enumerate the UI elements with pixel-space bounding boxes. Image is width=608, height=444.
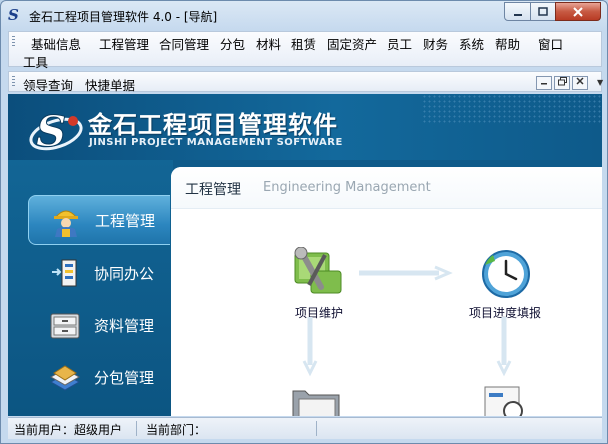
menu-item-finance[interactable]: 财务 — [423, 34, 448, 53]
folder-icon[interactable] — [289, 381, 345, 416]
worker-icon — [54, 210, 78, 237]
brand-title: 金石工程项目管理软件 — [88, 111, 338, 139]
navigation-panel: S 金石工程项目管理软件 JINSHI PROJECT MANAGEMENT S… — [8, 94, 602, 416]
tools-icon — [294, 246, 342, 294]
menu-item-help[interactable]: 帮助 — [495, 34, 520, 53]
menu-item-project[interactable]: 工程管理 — [99, 34, 149, 53]
menu-item-material[interactable]: 材料 — [256, 34, 281, 53]
quick-toolbar: 领导查询 快捷单据 ▼ — [8, 71, 603, 94]
sidebar-item-project-management[interactable]: 工程管理 — [28, 195, 170, 245]
mdi-minimize-button[interactable] — [536, 76, 552, 90]
function-label: 项目维护 — [294, 306, 343, 320]
sidebar-item-subcontract[interactable]: 分包管理 — [28, 352, 170, 402]
flow-arrow-down — [496, 317, 512, 377]
sidebar-item-label: 工程管理 — [95, 211, 156, 230]
content-title: 工程管理 — [185, 182, 241, 198]
sidebar-item-label: 资料管理 — [94, 316, 155, 335]
sidebar-item-documents[interactable]: 资料管理 — [28, 300, 170, 350]
content-panel: 工程管理 Engineering Management 项目维护 项目进度填报 — [171, 167, 602, 416]
minimize-icon — [513, 13, 522, 16]
app-window: S 金石工程项目管理软件 4.0 - [导航] 基础信息 工程管理 合同管理 分… — [0, 0, 608, 444]
menu-item-staff[interactable]: 员工 — [387, 34, 412, 53]
status-user-value: 超级用户 — [74, 423, 123, 437]
restore-icon — [557, 77, 567, 86]
app-logo-icon: S — [8, 6, 19, 24]
menu-item-basic-info[interactable]: 基础信息 — [31, 34, 81, 53]
chevron-down-icon[interactable]: ▼ — [597, 78, 603, 87]
mdi-close-button[interactable] — [572, 76, 588, 90]
status-user-label: 当前用户： — [14, 423, 75, 437]
sidebar-item-label: 协同办公 — [94, 264, 155, 283]
maximize-icon — [538, 6, 548, 16]
status-bar: 当前用户： 超级用户 当前部门： — [8, 417, 602, 439]
menu-bar: 基础信息 工程管理 合同管理 分包 材料 租赁 固定资产 员工 财务 系统 帮助… — [8, 31, 602, 70]
menu-item-system[interactable]: 系统 — [459, 34, 484, 53]
function-project-maintenance[interactable]: 项目维护 — [279, 246, 359, 321]
content-header: 工程管理 Engineering Management — [171, 167, 602, 209]
subcontract-icon — [49, 365, 81, 391]
sidebar-item-label: 分包管理 — [94, 368, 155, 387]
window-title: 金石工程项目管理软件 4.0 - [导航] — [29, 10, 218, 24]
function-progress-report[interactable]: 项目进度填报 — [455, 247, 555, 321]
menu-item-tools[interactable]: 工具 — [23, 52, 48, 71]
brand-banner: S 金石工程项目管理软件 JINSHI PROJECT MANAGEMENT S… — [8, 94, 602, 160]
menu-item-window[interactable]: 窗口 — [538, 34, 563, 53]
toolbar-grip[interactable] — [12, 76, 15, 88]
content-title-en: Engineering Management — [263, 180, 431, 195]
quick-shortcut-docs[interactable]: 快捷单据 — [85, 75, 135, 94]
menu-item-contract[interactable]: 合同管理 — [159, 34, 209, 53]
close-icon — [576, 77, 584, 85]
jinshi-logo-icon: S — [29, 107, 83, 156]
clock-icon — [482, 250, 530, 298]
flow-arrow-right — [359, 265, 453, 281]
report-icon[interactable] — [475, 381, 531, 416]
archive-icon — [50, 313, 80, 339]
flow-arrow-down — [302, 317, 318, 377]
svg-text:S: S — [36, 107, 66, 156]
close-icon — [573, 6, 583, 17]
title-bar[interactable]: S 金石工程项目管理软件 4.0 - [导航] — [1, 1, 607, 29]
close-button[interactable] — [555, 2, 601, 21]
menu-item-fixed-assets[interactable]: 固定资产 — [327, 34, 377, 53]
toolbar-grip[interactable] — [12, 36, 15, 48]
minimize-icon — [541, 83, 547, 85]
maximize-button[interactable] — [530, 2, 556, 21]
status-dept-label: 当前部门： — [146, 423, 207, 437]
quick-leader-query[interactable]: 领导查询 — [23, 75, 73, 94]
mdi-restore-button[interactable] — [554, 76, 570, 90]
sidebar-item-collaboration[interactable]: 协同办公 — [28, 248, 170, 298]
menu-item-subcontract[interactable]: 分包 — [220, 34, 245, 53]
minimize-button[interactable] — [504, 2, 531, 21]
menu-item-lease[interactable]: 租赁 — [291, 34, 316, 53]
brand-subtitle: JINSHI PROJECT MANAGEMENT SOFTWARE — [89, 137, 343, 148]
sidebar: 工程管理 协同办公 资料管理 分包管理 — [8, 160, 173, 416]
office-icon — [52, 259, 77, 287]
